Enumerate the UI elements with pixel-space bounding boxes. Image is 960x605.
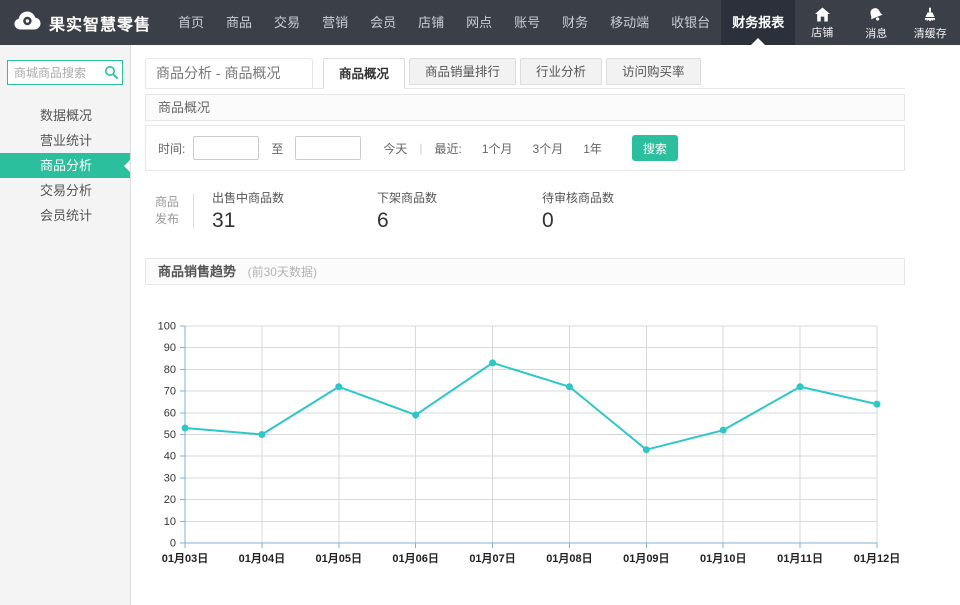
- stats-row: 商品 发布 出售中商品数 31 下架商品数 6 待审核商品数 0: [145, 171, 905, 253]
- filter-separator: |: [419, 141, 422, 155]
- nav-item-members[interactable]: 会员: [359, 0, 407, 45]
- stats-divider: [193, 194, 194, 228]
- svg-text:01月03日: 01月03日: [162, 552, 208, 565]
- stat-pending-review-label: 待审核商品数: [542, 189, 707, 206]
- tab-industry-analysis[interactable]: 行业分析: [520, 58, 602, 85]
- svg-text:01月09日: 01月09日: [623, 552, 669, 565]
- nav-item-network[interactable]: 网点: [455, 0, 503, 45]
- svg-text:60: 60: [164, 407, 176, 419]
- nav-item-finance[interactable]: 财务: [551, 0, 599, 45]
- stat-pending-review: 待审核商品数 0: [542, 189, 707, 233]
- sidebar-menu: 数据概况 营业统计 商品分析 交易分析 会员统计: [0, 103, 130, 228]
- svg-text:01月08日: 01月08日: [546, 552, 592, 565]
- broom-icon: [922, 7, 938, 23]
- svg-text:90: 90: [164, 342, 176, 354]
- recent-label: 最近:: [435, 140, 462, 157]
- nav-item-shop[interactable]: 店铺: [407, 0, 455, 45]
- stat-pending-review-value: 0: [542, 209, 707, 233]
- nav-item-marketing[interactable]: 营销: [311, 0, 359, 45]
- date-to-input[interactable]: [295, 136, 361, 160]
- clear-cache-action-label: 清缓存: [914, 25, 947, 41]
- range-3month-link[interactable]: 3个月: [533, 140, 564, 157]
- svg-text:70: 70: [164, 386, 176, 398]
- svg-text:80: 80: [164, 364, 176, 376]
- svg-text:20: 20: [164, 494, 176, 506]
- stat-on-sale: 出售中商品数 31: [212, 189, 377, 233]
- range-1year-link[interactable]: 1年: [583, 140, 602, 157]
- home-icon: [814, 7, 831, 22]
- nav-item-home[interactable]: 首页: [167, 0, 215, 45]
- brand-name: 果实智慧零售: [49, 11, 151, 35]
- sidebar-item-trade-analysis[interactable]: 交易分析: [0, 178, 130, 203]
- stats-group-label-line1: 商品: [155, 194, 179, 211]
- trend-section-note: (前30天数据): [248, 265, 317, 279]
- stat-off-shelf-value: 6: [377, 209, 542, 233]
- stat-on-sale-value: 31: [212, 209, 377, 233]
- main-content: 商品分析 - 商品概况 商品概况 商品销量排行 行业分析 访问购买率 商品概况 …: [131, 45, 960, 605]
- message-action-label: 消息: [865, 25, 887, 41]
- bell-icon: [867, 7, 885, 23]
- stats-group-label: 商品 发布: [155, 194, 179, 228]
- overview-section-title: 商品概况: [158, 100, 210, 115]
- svg-text:01月10日: 01月10日: [700, 552, 746, 565]
- tab-sales-ranking[interactable]: 商品销量排行: [409, 58, 516, 85]
- sidebar: 数据概况 营业统计 商品分析 交易分析 会员统计: [0, 45, 131, 605]
- sidebar-item-product-analysis[interactable]: 商品分析: [0, 153, 130, 178]
- svg-text:100: 100: [158, 321, 176, 333]
- brand[interactable]: 果实智慧零售: [0, 0, 167, 45]
- time-label: 时间:: [158, 140, 185, 157]
- search-button[interactable]: 搜索: [632, 135, 678, 161]
- svg-text:01月07日: 01月07日: [469, 552, 515, 565]
- sidebar-item-member-stats[interactable]: 会员统计: [0, 203, 130, 228]
- message-action[interactable]: 消息: [849, 0, 903, 45]
- tabs: 商品概况 商品销量排行 行业分析 访问购买率: [323, 58, 705, 88]
- cloud-logo-icon: [14, 11, 41, 35]
- nav-actions: 店铺 消息 清缓存: [795, 0, 957, 45]
- stat-off-shelf-label: 下架商品数: [377, 189, 542, 206]
- header-row: 商品分析 - 商品概况 商品概况 商品销量排行 行业分析 访问购买率: [145, 55, 905, 89]
- nav-item-mobile[interactable]: 移动端: [599, 0, 660, 45]
- tab-product-overview[interactable]: 商品概况: [323, 58, 405, 89]
- nav-item-products[interactable]: 商品: [215, 0, 263, 45]
- svg-text:01月05日: 01月05日: [316, 552, 362, 565]
- svg-text:01月04日: 01月04日: [239, 552, 285, 565]
- nav-item-trade[interactable]: 交易: [263, 0, 311, 45]
- sales-trend-chart: 0 10 20 30 40 50 60 70 80 90 100 01月03日 01月04日 01月05日…: [145, 293, 905, 588]
- svg-text:10: 10: [164, 516, 176, 528]
- nav-menu: 首页 商品 交易 营销 会员 店铺 网点 账号 财务 移动端 收银台 财务报表: [167, 0, 795, 45]
- nav-item-account[interactable]: 账号: [503, 0, 551, 45]
- clear-cache-action[interactable]: 清缓存: [903, 0, 957, 45]
- page-title: 商品分析 - 商品概况: [145, 58, 313, 88]
- nav-item-cashier[interactable]: 收银台: [660, 0, 721, 45]
- trend-section-header: 商品销售趋势 (前30天数据): [145, 258, 905, 285]
- svg-text:01月12日: 01月12日: [854, 552, 900, 565]
- overview-section-header: 商品概况: [145, 94, 905, 121]
- sidebar-item-business-stats[interactable]: 营业统计: [0, 128, 130, 153]
- store-action[interactable]: 店铺: [795, 0, 849, 45]
- line-chart-svg[interactable]: 0 10 20 30 40 50 60 70 80 90 100 01月03日 01月04日 01月05日…: [145, 293, 905, 583]
- to-label: 至: [271, 140, 283, 157]
- sidebar-item-data-overview[interactable]: 数据概况: [0, 103, 130, 128]
- nav-item-financial-report[interactable]: 财务报表: [721, 0, 795, 45]
- svg-text:30: 30: [164, 472, 176, 484]
- time-filter: 时间: 至 今天 | 最近: 1个月 3个月 1年 搜索: [145, 125, 905, 171]
- today-link[interactable]: 今天: [383, 140, 407, 157]
- range-1month-link[interactable]: 1个月: [482, 140, 513, 157]
- top-navbar: 果实智慧零售 首页 商品 交易 营销 会员 店铺 网点 账号 财务 移动端 收银…: [0, 0, 960, 45]
- tab-visit-purchase-rate[interactable]: 访问购买率: [606, 58, 701, 85]
- search-icon[interactable]: [104, 65, 118, 84]
- sidebar-search: [7, 60, 123, 85]
- svg-text:50: 50: [164, 429, 176, 441]
- svg-text:01月06日: 01月06日: [392, 552, 438, 565]
- svg-text:01月11日: 01月11日: [777, 552, 823, 565]
- stats-group-label-line2: 发布: [155, 211, 179, 228]
- trend-section-title: 商品销售趋势: [158, 264, 236, 279]
- store-action-label: 店铺: [811, 24, 833, 40]
- stat-on-sale-label: 出售中商品数: [212, 189, 377, 206]
- stat-off-shelf: 下架商品数 6: [377, 189, 542, 233]
- date-from-input[interactable]: [193, 136, 259, 160]
- svg-text:0: 0: [170, 538, 176, 550]
- svg-text:40: 40: [164, 451, 176, 463]
